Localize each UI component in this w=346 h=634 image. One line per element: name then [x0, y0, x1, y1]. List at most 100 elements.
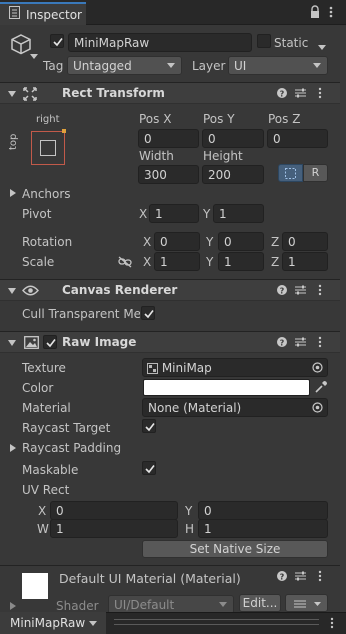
rotation-y-field[interactable]: 0	[218, 232, 264, 251]
svg-text:?: ?	[280, 573, 285, 582]
texture-value: MiniMap	[161, 361, 212, 375]
foldout-expanded-icon	[8, 288, 16, 294]
tag-dropdown[interactable]: Untagged	[67, 56, 182, 75]
help-icon[interactable]: ?	[277, 566, 287, 587]
raycast-padding-label[interactable]: Raycast Padding	[22, 440, 121, 456]
component-menu-icon[interactable]	[318, 83, 322, 105]
link-scale-icon[interactable]	[118, 256, 132, 268]
eyedropper-icon[interactable]	[314, 380, 328, 394]
lock-icon[interactable]	[309, 5, 321, 19]
layer-label: Layer	[192, 59, 226, 73]
rect-transform-header[interactable]: Rect Transform ?	[0, 82, 346, 104]
rect-transform-title: Rect Transform	[62, 86, 165, 100]
tab-inspector[interactable]: Inspector	[0, 2, 86, 25]
color-label: Color	[22, 381, 54, 395]
dropdown-arrow-icon[interactable]	[30, 48, 38, 59]
texture-asset-icon	[147, 363, 158, 374]
uv-x-field[interactable]: 0	[50, 501, 178, 520]
anchors-label[interactable]: Anchors	[22, 186, 71, 202]
active-checkbox[interactable]	[50, 34, 64, 48]
scale-y-field[interactable]: 1	[218, 252, 264, 271]
scale-label: Scale	[22, 255, 55, 269]
raw-edit-button[interactable]: R	[303, 164, 328, 182]
kebab-menu-icon[interactable]	[330, 616, 334, 630]
pos-x-field[interactable]: 0	[138, 129, 199, 148]
canvas-renderer-header[interactable]: Canvas Renderer ?	[0, 279, 346, 301]
rotation-y-label: Y	[206, 235, 214, 249]
anchor-horizontal-label: right	[36, 114, 60, 125]
presets-icon[interactable]	[295, 566, 306, 587]
width-field[interactable]: 300	[138, 165, 199, 184]
static-dropdown-arrow-icon[interactable]	[318, 39, 326, 50]
svg-text:?: ?	[280, 287, 285, 296]
raycast-target-checkbox[interactable]	[142, 419, 156, 433]
texture-object-field[interactable]: MiniMap	[142, 358, 328, 377]
color-swatch-field[interactable]	[143, 379, 310, 396]
height-label: Height	[203, 149, 243, 163]
uv-y-label: Y	[185, 504, 193, 518]
pivot-x-field[interactable]: 1	[149, 204, 199, 223]
uv-y-field[interactable]: 0	[198, 501, 328, 520]
object-picker-icon[interactable]	[312, 402, 323, 413]
material-preview-thumbnail	[22, 573, 48, 599]
raw-image-enabled-checkbox[interactable]	[43, 335, 57, 349]
material-object-field[interactable]: None (Material)	[142, 398, 328, 417]
preview-drag-handle[interactable]	[114, 619, 319, 625]
pos-x-label: Pos X	[139, 112, 172, 126]
set-native-size-button[interactable]: Set Native Size	[142, 540, 328, 558]
presets-icon[interactable]	[295, 280, 306, 301]
vertical-scrollbar[interactable]	[340, 26, 346, 612]
foldout-expanded-icon	[8, 340, 16, 346]
tab-title: Inspector	[26, 8, 82, 22]
pos-z-field[interactable]: 0	[267, 129, 328, 148]
static-checkbox[interactable]	[257, 34, 271, 48]
material-label: Material	[22, 401, 71, 415]
object-picker-icon[interactable]	[312, 362, 323, 373]
preview-object-dropdown[interactable]: MiniMapRaw	[0, 612, 106, 634]
help-icon[interactable]: ?	[277, 83, 287, 104]
foldout-collapsed-icon[interactable]	[10, 189, 16, 197]
chevron-down-icon	[167, 63, 175, 68]
anchor-presets-button[interactable]	[31, 129, 66, 165]
pivot-x-label: X	[139, 207, 148, 221]
kebab-menu-icon[interactable]	[329, 5, 333, 19]
help-icon[interactable]: ?	[277, 280, 287, 301]
shader-options-button[interactable]	[285, 594, 328, 612]
pivot-y-field[interactable]: 1	[213, 204, 264, 223]
rotation-z-field[interactable]: 0	[282, 232, 328, 251]
cull-transparent-checkbox[interactable]	[141, 306, 155, 320]
gameobject-cube-icon	[10, 33, 32, 55]
chevron-down-icon	[314, 602, 321, 606]
object-name-field[interactable]: MiniMapRaw	[68, 33, 252, 52]
edit-shader-button[interactable]: Edit...	[239, 594, 281, 612]
foldout-collapsed-icon[interactable]	[10, 444, 16, 452]
anchor-vertical-label: top	[8, 133, 19, 150]
help-icon[interactable]: ?	[277, 332, 287, 353]
foldout-collapsed-icon[interactable]	[10, 602, 16, 610]
rotation-x-field[interactable]: 0	[154, 232, 200, 251]
component-menu-icon[interactable]	[318, 566, 322, 588]
blueprint-icon	[285, 168, 296, 179]
list-icon	[294, 600, 306, 608]
tag-label: Tag	[43, 59, 64, 73]
uv-h-field[interactable]: 1	[198, 519, 328, 538]
blueprint-mode-button[interactable]	[278, 164, 303, 182]
scale-y-label: Y	[206, 255, 214, 269]
static-label: Static	[274, 36, 309, 50]
presets-icon[interactable]	[295, 83, 306, 104]
inspector-icon	[9, 6, 20, 19]
maskable-checkbox[interactable]	[142, 461, 156, 475]
component-menu-icon[interactable]	[318, 332, 322, 354]
scale-z-field[interactable]: 1	[282, 252, 328, 271]
pos-y-field[interactable]: 0	[202, 129, 264, 148]
presets-icon[interactable]	[295, 332, 306, 353]
height-field[interactable]: 200	[202, 165, 264, 184]
image-icon	[24, 336, 39, 349]
layer-dropdown[interactable]: UI	[228, 56, 328, 75]
uv-w-field[interactable]: 1	[50, 519, 178, 538]
raw-image-header[interactable]: Raw Image ?	[0, 331, 346, 353]
component-menu-icon[interactable]	[318, 280, 322, 302]
rect-transform-icon	[23, 87, 37, 101]
scale-x-field[interactable]: 1	[154, 252, 200, 271]
maskable-label: Maskable	[22, 463, 79, 477]
